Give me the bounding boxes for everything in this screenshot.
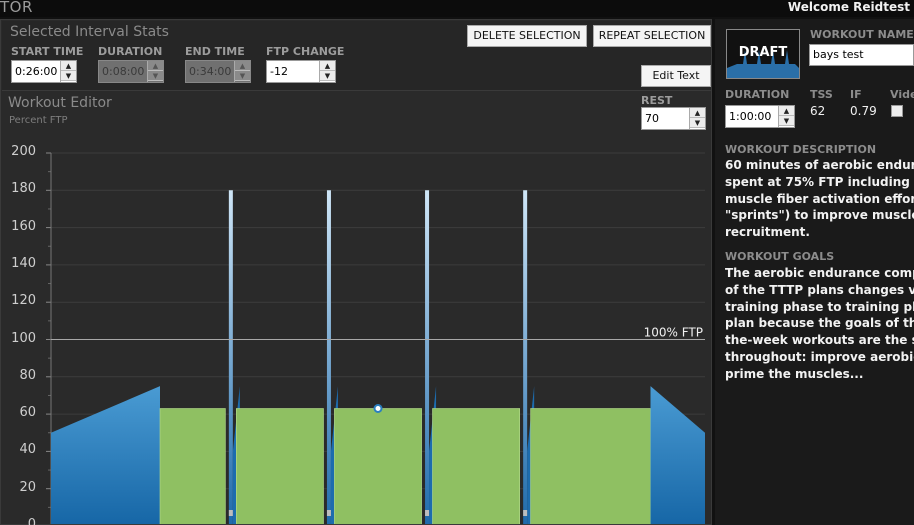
decrement-button[interactable]: ▼ — [779, 116, 794, 126]
welcome-text: Welcome Reidtest — [787, 0, 910, 14]
workout-duration-stepper[interactable]: 1:00:00 ▲ ▼ — [725, 105, 795, 128]
tss-label: TSS — [810, 88, 833, 101]
decrement-button: ▼ — [148, 71, 163, 81]
sprint-handle — [523, 510, 528, 516]
repeat-selection-button[interactable]: REPEAT SELECTION — [593, 25, 711, 47]
increment-button: ▲ — [148, 61, 163, 71]
increment-button[interactable]: ▲ — [320, 61, 335, 71]
steady-segment — [159, 408, 226, 524]
decrement-button: ▼ — [235, 71, 250, 81]
ramp-segment — [650, 386, 705, 524]
steady-segment — [334, 408, 422, 524]
sprint-segment — [523, 190, 528, 524]
workout-details-panel: DRAFT WORKOUT NAME bays test DURATION 1:… — [715, 19, 914, 525]
workout-name-input[interactable]: bays test — [809, 44, 914, 66]
end-time-label: END TIME — [185, 45, 245, 58]
duration-value: 0:08:00 — [102, 65, 145, 78]
sprint-handle — [425, 510, 430, 516]
steady-segment — [236, 408, 324, 524]
steady-segment — [530, 408, 651, 524]
selected-interval-stats: Selected Interval Stats START TIME 0:26:… — [2, 21, 711, 91]
steady-segment — [432, 408, 520, 524]
sprint-handle — [326, 510, 331, 516]
if-value: 0.79 — [850, 104, 877, 118]
duration-stepper: 0:08:00 ▲ ▼ — [98, 60, 164, 83]
sprint-segment — [228, 190, 233, 524]
end-time-value: 0:34:00 — [189, 65, 232, 78]
ftp-change-label: FTP CHANGE — [266, 45, 345, 58]
description-label: WORKOUT DESCRIPTION — [725, 143, 877, 156]
workout-goals: The aerobic endurance compor of the TTTP… — [725, 266, 914, 381]
duration-label: DURATION — [725, 88, 790, 101]
workout-description: 60 minutes of aerobic enduranc spent at … — [725, 158, 914, 240]
workout-chart[interactable]: 100% FTP — [2, 92, 711, 524]
video-checkbox[interactable] — [891, 105, 903, 117]
selection-handle — [373, 404, 383, 414]
video-label: Vide — [890, 88, 914, 101]
sprint-segment — [326, 190, 331, 524]
workout-name-value: bays test — [813, 48, 864, 61]
decrement-button[interactable]: ▼ — [320, 71, 335, 81]
ftp-reference-label: 100% FTP — [644, 326, 703, 340]
ftp-change-stepper[interactable]: -12 ▲ ▼ — [266, 60, 336, 83]
start-time-stepper[interactable]: 0:26:00 ▲ ▼ — [11, 60, 77, 83]
increment-button: ▲ — [235, 61, 250, 71]
edit-text-button[interactable]: Edit Text — [641, 65, 711, 87]
interval-segments — [51, 190, 705, 524]
sprint-segment — [425, 190, 430, 524]
stats-title: Selected Interval Stats — [10, 24, 169, 40]
workout-editor: Workout Editor Percent FTP REST LEVEL 70… — [2, 92, 711, 525]
ftp-change-value: -12 — [270, 65, 288, 78]
app-title: TOR — [0, 0, 33, 16]
draft-thumbnail[interactable]: DRAFT — [726, 29, 800, 79]
start-time-label: START TIME — [11, 45, 84, 58]
increment-button[interactable]: ▲ — [61, 61, 76, 71]
decrement-button[interactable]: ▼ — [61, 71, 76, 81]
draft-label: DRAFT — [738, 45, 788, 60]
increment-button[interactable]: ▲ — [779, 106, 794, 116]
top-bar: TOR Welcome Reidtest — [0, 0, 914, 17]
sprint-handle — [228, 510, 233, 516]
workout-duration-value: 1:00:00 — [729, 110, 772, 123]
end-time-stepper: 0:34:00 ▲ ▼ — [185, 60, 251, 83]
ramp-segment — [51, 386, 160, 524]
goals-label: WORKOUT GOALS — [725, 250, 835, 263]
editor-panel: Selected Interval Stats START TIME 0:26:… — [0, 19, 712, 525]
if-label: IF — [850, 88, 862, 101]
tss-value: 62 — [810, 104, 826, 118]
start-time-value: 0:26:00 — [15, 65, 58, 78]
delete-selection-button[interactable]: DELETE SELECTION — [467, 25, 587, 47]
duration-label: DURATION — [98, 45, 163, 58]
workout-name-label: WORKOUT NAME — [810, 28, 914, 41]
